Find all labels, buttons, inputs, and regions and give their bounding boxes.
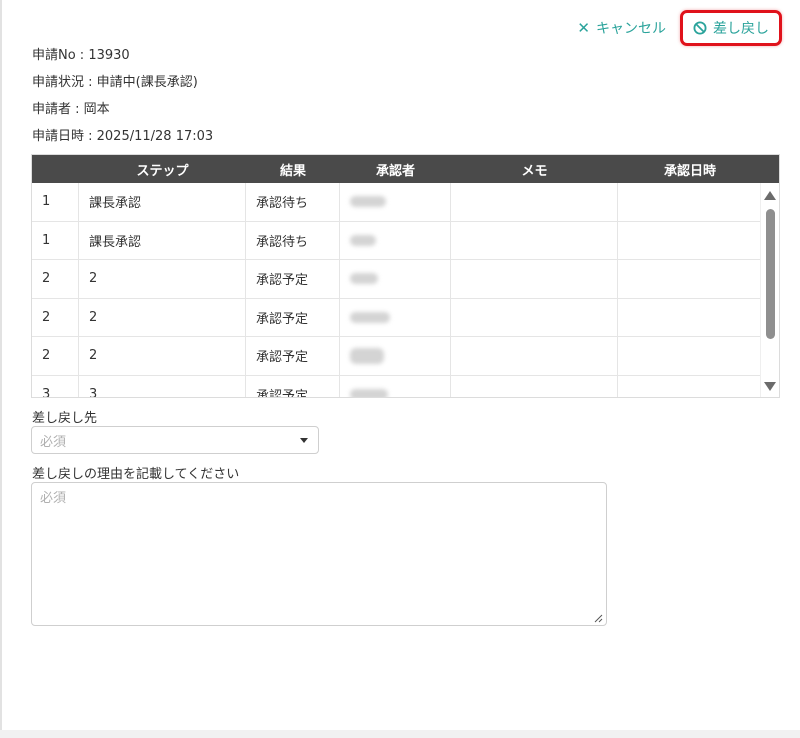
column-header-no	[32, 155, 79, 183]
table-scrollbar[interactable]	[760, 183, 779, 397]
cell-result: 承認予定	[246, 337, 340, 375]
redacted-approver	[350, 234, 376, 246]
request-date: 申請日時 : 2025/11/28 17:03	[32, 129, 214, 144]
column-header-memo: メモ	[521, 163, 548, 179]
cancel-label: キャンセル	[596, 21, 666, 37]
cell-result: 承認待ち	[246, 183, 340, 221]
cell-result: 承認予定	[246, 375, 340, 397]
cell-result: 承認予定	[246, 298, 340, 336]
cell-approver	[340, 298, 451, 336]
return-dialog: ✕ キャンセル 差し戻し 申請No : 13930 申請状況 : 申請中(課長承…	[0, 0, 800, 738]
cell-approval-date	[618, 222, 762, 260]
cell-memo	[451, 221, 618, 259]
redacted-approver	[350, 311, 390, 323]
cell-no: 2	[32, 298, 79, 336]
column-header-approval-date: 承認日時	[663, 163, 716, 179]
scrollbar-thumb[interactable]	[766, 209, 775, 339]
cell-step: 3	[79, 375, 246, 397]
applicant: 申請者 : 岡本	[32, 102, 110, 117]
table-row[interactable]: 1 課長承認 承認待ち	[32, 221, 762, 260]
cell-memo	[451, 337, 618, 375]
redacted-approver	[350, 347, 384, 364]
cell-no: 2	[32, 260, 79, 298]
cell-step: 2	[79, 337, 246, 375]
table-row[interactable]: 3 3 承認予定	[32, 375, 762, 398]
send-back-label: 差し戻し	[713, 21, 769, 37]
ban-icon	[693, 21, 707, 35]
cell-approver	[340, 337, 451, 375]
cell-approver	[340, 183, 451, 221]
reason-textarea[interactable]: 必須	[31, 482, 607, 626]
cell-approver	[340, 221, 451, 259]
cell-approval-date	[618, 299, 762, 337]
resize-handle-icon[interactable]	[593, 612, 603, 623]
redacted-approver	[350, 196, 386, 208]
table-body: 1 課長承認 承認待ち 1 課長承認 承認待ち 2 2 承認予定 2 2 承認予…	[32, 183, 762, 398]
table-row[interactable]: 2 2 承認予定	[32, 260, 762, 299]
cell-no: 3	[32, 375, 79, 397]
close-icon: ✕	[577, 18, 590, 37]
cancel-button[interactable]: ✕ キャンセル	[573, 16, 670, 40]
return-to-label: 差し戻し先	[32, 411, 98, 426]
reason-label: 差し戻しの理由を記載してください	[32, 467, 240, 482]
cell-no: 1	[32, 221, 79, 259]
cell-result: 承認予定	[246, 260, 340, 298]
request-number: 申請No : 13930	[32, 48, 130, 63]
cell-memo	[451, 298, 618, 336]
cell-step: 課長承認	[79, 221, 246, 259]
table-row[interactable]: 2 2 承認予定	[32, 337, 762, 376]
left-divider	[0, 0, 2, 738]
cell-approver	[340, 375, 451, 397]
redacted-approver	[350, 273, 378, 285]
redacted-approver	[350, 388, 388, 397]
table-header: ステップ 結果 承認者 メモ 承認日時	[32, 155, 779, 183]
reason-placeholder: 必須	[40, 491, 67, 506]
return-to-placeholder: 必須	[40, 434, 67, 450]
cell-no: 1	[32, 183, 79, 221]
cell-memo	[451, 260, 618, 298]
column-header-step: ステップ	[136, 163, 189, 179]
cell-step: 2	[79, 260, 246, 298]
scroll-down-icon[interactable]	[764, 382, 776, 391]
cell-step: 2	[79, 298, 246, 336]
approval-steps-table: ステップ 結果 承認者 メモ 承認日時 1 課長承認 承認待ち 1 課長承認 承…	[31, 154, 780, 398]
request-status: 申請状況 : 申請中(課長承認)	[32, 75, 198, 90]
cell-memo	[451, 375, 618, 397]
chevron-down-icon	[300, 438, 308, 443]
header-actions: ✕ キャンセル 差し戻し	[573, 10, 782, 46]
bottom-divider	[0, 730, 800, 738]
scroll-up-icon[interactable]	[764, 191, 776, 200]
cell-approval-date	[618, 260, 762, 298]
cell-approval-date	[618, 376, 762, 398]
cell-approver	[340, 260, 451, 298]
table-row[interactable]: 1 課長承認 承認待ち	[32, 183, 762, 222]
column-header-approver: 承認者	[375, 163, 415, 179]
return-to-select[interactable]: 必須	[31, 426, 319, 454]
column-header-result: 結果	[279, 163, 306, 179]
cell-result: 承認待ち	[246, 221, 340, 259]
request-info: 申請No : 13930 申請状況 : 申請中(課長承認) 申請者 : 岡本 申…	[32, 46, 213, 154]
cell-no: 2	[32, 337, 79, 375]
cell-step: 課長承認	[79, 183, 246, 221]
send-back-button[interactable]: 差し戻し	[680, 10, 782, 46]
cell-approval-date	[618, 183, 762, 221]
cell-memo	[451, 183, 618, 221]
table-row[interactable]: 2 2 承認予定	[32, 298, 762, 337]
cell-approval-date	[618, 337, 762, 375]
